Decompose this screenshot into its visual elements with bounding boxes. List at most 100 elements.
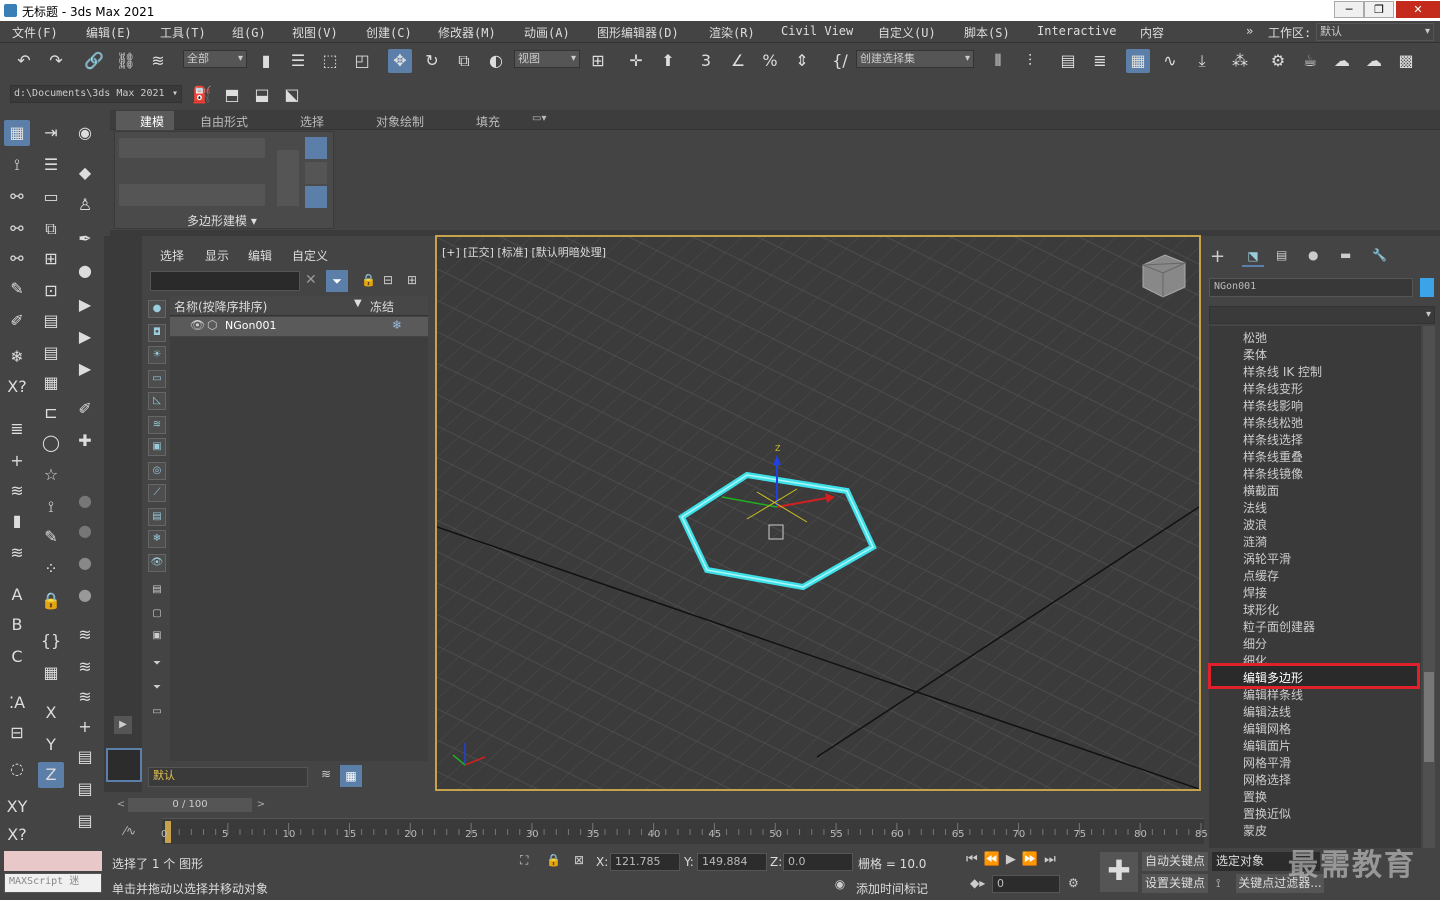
list-item[interactable]: 样条线选择 [1243,431,1303,448]
layer-explorer-icon[interactable]: ▦ [340,765,362,787]
a360-gallery-icon[interactable]: ▩ [1394,49,1418,73]
ribbon-modify-buttons[interactable] [119,184,265,206]
quick-align-icon[interactable]: ⇥ [38,120,64,146]
window-crossing-icon[interactable]: ◰ [350,49,374,73]
list-item[interactable]: 样条线变形 [1243,380,1303,397]
list-item[interactable]: 置换近似 [1243,805,1291,822]
lock-icon[interactable]: 🔒 [38,588,64,614]
circle-small-icon[interactable]: ● [72,488,98,514]
list-item[interactable]: 焊接 [1243,584,1267,601]
viewport-label[interactable]: [+] [正交] [标准] [默认明暗处理] [442,244,606,260]
menu-graph-editors[interactable]: 图形编辑器(D) [597,24,679,41]
display-spacewarps-icon[interactable]: ≋ [148,416,166,434]
align-icon[interactable]: ⫶ [1018,49,1042,73]
display-containers-icon[interactable]: ▤ [148,508,166,526]
scatter-icon[interactable]: ⁘ [38,556,64,582]
select-scale-icon[interactable]: ⧉ [452,49,476,73]
layer-doc-b-icon[interactable]: ▤ [72,776,98,802]
menu-expand-icon[interactable]: » [1246,24,1253,38]
maximize-button[interactable]: ❐ [1364,1,1394,18]
modifier-list-dropdown[interactable] [1209,306,1435,324]
freeze-snowflake-icon[interactable]: ❄ [392,318,402,332]
menu-rendering[interactable]: 渲染(R) [709,24,755,41]
display-hidden-icon[interactable]: 👁 [148,554,166,572]
render-production-icon[interactable]: ☁ [1330,49,1354,73]
axis-z-icon[interactable]: Z [38,762,64,788]
menu-tools[interactable]: 工具(T) [160,24,206,41]
menu-edit[interactable]: 编辑(E) [86,24,132,41]
circle-select-icon[interactable]: ◌ [4,756,30,782]
snapshot-icon[interactable]: ⊡ [38,278,64,304]
sphere-icon[interactable]: ● [72,258,98,284]
circle-large-icon[interactable]: ● [72,550,98,576]
tab-freeform[interactable]: 自由形式 [200,113,248,130]
ribbon-modify-mode-icon[interactable] [305,137,327,159]
list-item[interactable]: 置换 [1243,788,1267,805]
list-item[interactable]: 涡轮平滑 [1243,550,1291,567]
menu-scripting[interactable]: 脚本(S) [964,24,1010,41]
time-config-icon[interactable]: ⚙ [1068,876,1079,890]
layer-hide-icon[interactable]: ▤ [38,340,64,366]
display-none-icon[interactable]: ● [148,300,166,318]
object-name-field[interactable]: NGon001 [1209,278,1413,297]
filter-a-icon[interactable]: ⏷ [148,656,166,674]
angle-snap-icon[interactable]: ∠ [726,49,750,73]
manipulate-icon[interactable]: ✛ [624,49,648,73]
display-invert-icon[interactable]: ▣ [148,628,166,646]
auto-key-button[interactable]: 自动关键点 [1142,852,1208,871]
set-key-button[interactable]: 设置关键点 [1142,874,1208,893]
list-item[interactable]: 蒙皮 [1243,822,1267,839]
material-editor-icon[interactable]: ⁂ [1228,49,1252,73]
save-layer-icon[interactable]: ▦ [38,370,64,396]
axis-x-icon[interactable]: X [38,700,64,726]
text-a-icon[interactable]: A [4,582,30,608]
axis-y-icon[interactable]: Y [38,732,64,758]
add-layer-icon[interactable]: + [4,448,30,474]
col-frozen-header[interactable]: 冻结 [370,298,394,315]
absolute-mode-icon[interactable]: ⊠ [574,853,584,867]
star-icon[interactable]: ☆ [38,462,64,488]
select-move-icon[interactable]: ✥ [388,49,412,73]
lasso-icon[interactable]: ⟟ [4,152,30,178]
layer-dropdown[interactable]: 默认 [148,767,308,787]
list-item[interactable]: 编辑面片 [1243,737,1291,754]
merge-icon[interactable]: ⊏ [38,400,64,426]
key-filter-icon[interactable]: ⟟ [1216,876,1220,891]
loop-icon[interactable]: ◯ [38,430,64,456]
list-item[interactable]: 波浪 [1243,516,1267,533]
add-time-tag[interactable]: 添加时间标记 [856,880,928,897]
scrollbar-thumb[interactable] [1424,672,1434,762]
x-coordinate-field[interactable]: 121.785 [610,853,680,871]
menu-views[interactable]: 视图(V) [292,24,338,41]
list-item[interactable]: 样条线影响 [1243,397,1303,414]
list-item[interactable]: 横截面 [1243,482,1279,499]
time-prev-icon[interactable]: < [114,798,128,812]
playback-controls[interactable]: ⏮⏪▶⏩⏭ [966,852,1076,870]
utilities-tab-icon[interactable]: 🔧 [1372,248,1387,262]
menu-create[interactable]: 创建(C) [366,24,412,41]
array-icon[interactable]: ⊞ [38,246,64,272]
layers-icon[interactable]: ≣ [4,416,30,442]
curve-editor-toggle-icon[interactable]: ⁄∿ [124,824,136,838]
selection-filter-dropdown[interactable]: 全部 [183,50,247,68]
ribbon-panel-label[interactable]: 多边形建模 ▾ [187,212,257,229]
edit-named-sets-icon[interactable]: {/ [828,49,852,73]
path-icon[interactable]: ⟟ [38,494,64,520]
redo-icon[interactable]: ↷ [44,49,68,73]
reference-coord-dropdown[interactable]: 视图 [514,50,580,68]
xz-plane-icon[interactable]: X? [4,822,30,848]
time-next-icon[interactable]: > [254,798,268,812]
circle-medium-icon[interactable]: ● [72,518,98,544]
menu-file[interactable]: 文件(F) [12,24,58,41]
set-project-icon[interactable]: ⛽ [190,83,214,107]
menu-interactive[interactable]: Interactive [1037,24,1116,38]
menu-group[interactable]: 组(G) [232,24,266,41]
list-item[interactable]: 球形化 [1243,601,1279,618]
xy-plane-icon[interactable]: XY [4,794,30,820]
list-item[interactable]: 网格选择 [1243,771,1291,788]
snaps-toggle-icon[interactable]: 3 [694,49,718,73]
ribbon-toggle-icon[interactable]: ▦ [1126,49,1150,73]
ribbon-pin-stack-icon[interactable] [305,162,327,184]
key-mode-icon[interactable]: ◆▸ [970,876,985,890]
hierarchy-sort-icon[interactable]: ⊟ [383,273,393,287]
